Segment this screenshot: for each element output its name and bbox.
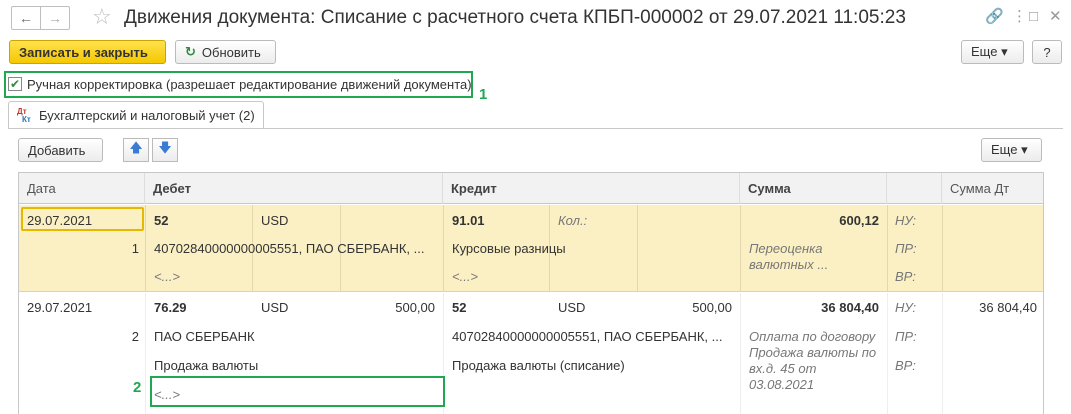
highlight-box-2 xyxy=(150,376,445,407)
row1-vr-label: ВР: xyxy=(895,269,916,284)
link-icon[interactable]: 🔗 xyxy=(985,8,1004,26)
arrow-up-icon: 🡅 xyxy=(129,140,143,155)
row2-content[interactable]: Оплата по договору Продажа валюты по вх.… xyxy=(749,329,881,393)
favorite-star-icon[interactable]: ☆ xyxy=(92,5,112,29)
title-bar: ← → ☆ Движения документа: Списание с рас… xyxy=(0,0,1071,36)
forward-button[interactable]: → xyxy=(40,6,70,30)
tab-accounting[interactable]: Дт Кт Бухгалтерский и налоговый учет (2) xyxy=(8,101,264,129)
row2-pr-label: ПР: xyxy=(895,329,917,344)
dt-kt-icon: Дт Кт xyxy=(17,106,31,124)
row1-debit-subconto1[interactable]: 40702840000000005551, ПАО СБЕРБАНК, ... xyxy=(154,241,424,257)
row2-debit-currency[interactable]: USD xyxy=(261,300,288,316)
col-header-credit[interactable]: Кредит xyxy=(443,173,740,204)
window-title: Движения документа: Списание с расчетног… xyxy=(124,7,906,28)
more-button[interactable]: Еще ▾ xyxy=(961,40,1024,64)
row2-debit-account[interactable]: 76.29 xyxy=(154,300,187,316)
row1-content[interactable]: Переоценка валютных ... xyxy=(749,241,859,273)
row2-vr-label: ВР: xyxy=(895,358,916,373)
table-header: Дата Дебет Кредит Сумма Сумма Дт xyxy=(19,173,1043,204)
refresh-button[interactable]: ↻ Обновить xyxy=(175,40,276,64)
col-header-debit[interactable]: Дебет xyxy=(145,173,443,204)
back-button[interactable]: ← xyxy=(11,6,41,30)
row2-credit-account[interactable]: 52 xyxy=(452,300,466,316)
row1-nu-label: НУ: xyxy=(895,213,917,228)
refresh-icon: ↻ xyxy=(185,44,196,59)
table-row[interactable]: 29.07.2021 1 52 USD 40702840000000005551… xyxy=(19,205,1043,292)
move-down-button[interactable]: 🡇 xyxy=(152,138,178,162)
row2-sum-dt[interactable]: 36 804,40 xyxy=(949,300,1037,316)
row2-credit-subconto2[interactable]: Продажа валюты (списание) xyxy=(452,358,625,374)
row1-number: 1 xyxy=(131,241,139,256)
add-button[interactable]: Добавить xyxy=(18,138,103,162)
row2-debit-subconto1[interactable]: ПАО СБЕРБАНК xyxy=(154,329,255,345)
arrow-down-icon: 🡇 xyxy=(158,140,172,155)
marker-2: 2 xyxy=(133,379,142,396)
row1-credit-subconto2[interactable]: <...> xyxy=(452,269,478,285)
row1-pr-label: ПР: xyxy=(895,241,917,256)
row1-credit-qty-label: Кол.: xyxy=(558,213,588,228)
col-header-blank xyxy=(887,173,942,204)
row2-credit-subconto1[interactable]: 40702840000000005551, ПАО СБЕРБАНК, ... xyxy=(452,329,722,345)
move-up-button[interactable]: 🡅 xyxy=(123,138,149,162)
help-button[interactable]: ? xyxy=(1032,40,1062,64)
row1-sum[interactable]: 600,12 xyxy=(749,213,879,229)
row1-credit-account[interactable]: 91.01 xyxy=(452,213,485,229)
col-header-date[interactable]: Дата xyxy=(19,173,145,204)
row1-debit-account[interactable]: 52 xyxy=(154,213,168,229)
row2-credit-currency[interactable]: USD xyxy=(558,300,585,316)
row2-sum[interactable]: 36 804,40 xyxy=(749,300,879,316)
col-header-sum-dt[interactable]: Сумма Дт xyxy=(942,173,1043,204)
row2-debit-amount[interactable]: 500,00 xyxy=(349,300,435,316)
row2-credit-amount[interactable]: 500,00 xyxy=(649,300,732,316)
row2-debit-subconto2[interactable]: Продажа валюты xyxy=(154,358,258,374)
grid-more-button[interactable]: Еще ▾ xyxy=(981,138,1042,162)
tab-accounting-label: Бухгалтерский и налоговый учет (2) xyxy=(39,108,255,123)
save-and-close-button[interactable]: Записать и закрыть xyxy=(9,40,166,64)
maximize-icon[interactable]: □ xyxy=(1029,8,1038,26)
row1-debit-currency[interactable]: USD xyxy=(261,213,288,229)
marker-1: 1 xyxy=(479,86,488,103)
row2-number: 2 xyxy=(131,329,139,344)
close-icon[interactable]: ✕ xyxy=(1049,8,1062,26)
row1-debit-subconto2[interactable]: <...> xyxy=(154,269,180,285)
col-header-sum[interactable]: Сумма xyxy=(740,173,887,204)
more-vertical-icon[interactable]: ⋮ xyxy=(1012,8,1027,26)
tab-divider xyxy=(8,128,1063,129)
row1-credit-subconto1[interactable]: Курсовые разницы xyxy=(452,241,566,257)
refresh-label: Обновить xyxy=(201,44,261,60)
row2-date[interactable]: 29.07.2021 xyxy=(27,300,92,316)
arrow-right-icon: → xyxy=(48,10,62,26)
arrow-left-icon: ← xyxy=(19,10,33,26)
row2-nu-label: НУ: xyxy=(895,300,917,315)
row1-date[interactable]: 29.07.2021 xyxy=(27,213,92,229)
highlight-box-1 xyxy=(4,71,473,98)
